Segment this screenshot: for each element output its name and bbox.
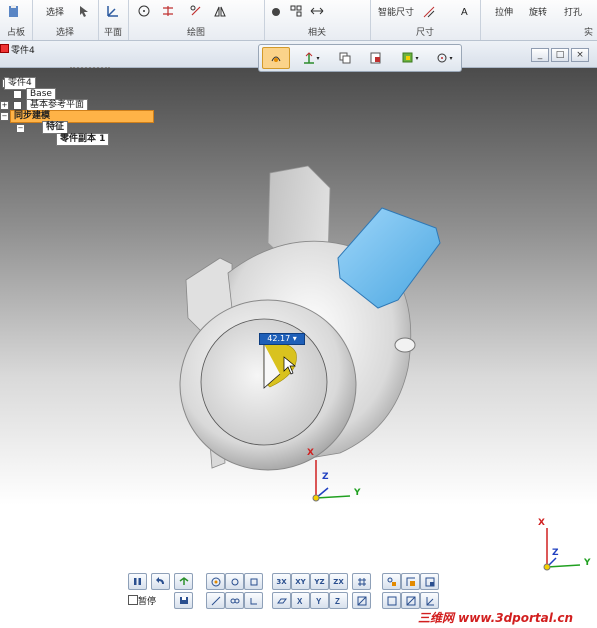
save-view-icon[interactable] xyxy=(174,573,193,590)
smart-select-icon[interactable] xyxy=(268,3,284,19)
target-icon[interactable] xyxy=(206,573,225,590)
ribbon-group-dimension: 智能尺寸 A 尺寸 xyxy=(370,0,481,40)
3d-viewport[interactable]: X Y Z X Y Z xyxy=(0,68,597,628)
ribbon-group-relate: 相关 xyxy=(264,0,371,40)
ribbon-group-clipboard: 占板 xyxy=(0,0,33,40)
ribbon-group-plane: 平面 xyxy=(98,0,129,40)
center-triad[interactable] xyxy=(312,460,351,502)
part-icon xyxy=(0,44,9,53)
x-axis-icon[interactable]: X xyxy=(291,592,310,609)
command-bar: ▾ ▾ ▾ xyxy=(258,44,462,72)
relation-2-icon[interactable] xyxy=(401,573,420,590)
corner-triad-z-label: Z xyxy=(552,548,559,558)
corner-icon[interactable] xyxy=(244,592,263,609)
minimize-button[interactable]: _ xyxy=(531,48,549,62)
ribbon-group-label-solids: 实 xyxy=(583,28,593,38)
smart-dimension-button[interactable]: 智能尺寸 xyxy=(374,3,418,19)
ribbon-group-select: 选择 选择 xyxy=(32,0,99,40)
close-button[interactable]: × xyxy=(571,48,589,62)
circle-icon[interactable] xyxy=(134,3,154,19)
text-style-icon[interactable]: A xyxy=(458,3,474,19)
view-yz-button[interactable]: YZ xyxy=(310,573,329,590)
disk-icon[interactable] xyxy=(174,592,193,609)
ribbon-group-label-plane: 平面 xyxy=(103,28,122,38)
relation-5-icon[interactable] xyxy=(401,592,420,609)
tree-check-ref-planes[interactable] xyxy=(13,101,22,110)
circle-select-icon[interactable] xyxy=(225,573,244,590)
arrows-icon[interactable] xyxy=(308,3,326,19)
plane-icon[interactable] xyxy=(272,592,291,609)
view-xy-button[interactable]: XY xyxy=(291,573,310,590)
relation-4-icon[interactable] xyxy=(382,592,401,609)
ribbon-group-label-draw: 绘图 xyxy=(186,28,205,38)
corner-triad-y-label: Y xyxy=(584,558,591,568)
view-3x-button[interactable]: 3X xyxy=(272,573,291,590)
relation-1-icon[interactable] xyxy=(382,573,401,590)
revolve-button[interactable]: 旋转 xyxy=(528,3,548,19)
steering-wheel-button[interactable] xyxy=(262,47,290,69)
document-tab[interactable]: 零件4 xyxy=(0,43,35,56)
mirror-icon[interactable] xyxy=(210,3,230,19)
svg-text:A: A xyxy=(461,7,468,18)
ribbon-group-label-relate: 相关 xyxy=(307,28,326,38)
pause-checkbox[interactable] xyxy=(128,595,138,605)
slash-tool-icon[interactable] xyxy=(352,592,371,609)
view-zx-button[interactable]: ZX xyxy=(329,573,348,590)
maximize-button[interactable]: □ xyxy=(551,48,569,62)
ribbon: 占板 选择 选择 平面 绘图 相关 智能尺寸 A 尺寸 拉伸 旋转 打孔 实 xyxy=(0,0,597,41)
link-icon[interactable] xyxy=(225,592,244,609)
face-options-button[interactable]: ▾ xyxy=(393,47,427,69)
view-grid-icon[interactable] xyxy=(352,573,371,590)
tree-item-part-copy[interactable]: 零件副本 1 xyxy=(56,133,110,146)
pause-label: 暂停 xyxy=(138,597,157,607)
line-tool-icon[interactable] xyxy=(206,592,225,609)
relation-6-icon[interactable] xyxy=(420,592,439,609)
document-title: 零件4 xyxy=(11,46,35,56)
box-select-icon[interactable] xyxy=(244,573,263,590)
ribbon-group-solids: 拉伸 旋转 打孔 实 xyxy=(480,0,597,40)
triad-y-label: Y xyxy=(354,488,361,498)
triad-x-label: X xyxy=(307,448,314,458)
triad-z-label: Z xyxy=(322,472,329,482)
corner-triad xyxy=(543,528,581,571)
tree-check-base[interactable] xyxy=(13,90,22,99)
corner-triad-x-label: X xyxy=(538,518,545,528)
grid-icon[interactable] xyxy=(288,3,304,19)
paste-icon[interactable] xyxy=(4,3,24,19)
relation-3-icon[interactable] xyxy=(420,573,439,590)
hole-button[interactable]: 打孔 xyxy=(562,3,584,19)
move-face-button[interactable]: ▾ xyxy=(293,47,329,69)
window-buttons: _ □ × xyxy=(529,48,589,62)
y-axis-icon[interactable]: Y xyxy=(310,592,329,609)
paste-face-button[interactable] xyxy=(362,47,390,69)
ribbon-group-label-select: 选择 xyxy=(55,28,74,38)
keypoint-button[interactable]: ▾ xyxy=(429,47,459,69)
extrude-button[interactable]: 拉伸 xyxy=(494,3,514,19)
watermark: 三维网 www.3dportal.cn xyxy=(418,611,574,625)
ribbon-group-draw: 绘图 xyxy=(128,0,265,40)
tree-collapse-features[interactable]: − xyxy=(16,124,25,133)
svg-text:Z: Z xyxy=(335,597,340,606)
ribbon-group-label-dimension: 尺寸 xyxy=(415,28,434,38)
svg-text:X: X xyxy=(297,597,303,606)
tree-item-sync-modeling[interactable]: 同步建模 xyxy=(10,110,154,123)
dimension-input[interactable]: 42.17 ▾ xyxy=(259,333,305,345)
undo-view-icon[interactable] xyxy=(151,573,170,590)
trim-icon[interactable] xyxy=(160,3,176,19)
pick-icon[interactable] xyxy=(76,3,92,19)
relate-icon[interactable] xyxy=(188,3,204,19)
z-axis-icon[interactable]: Z xyxy=(329,592,348,609)
svg-text:Y: Y xyxy=(316,597,322,606)
select-button[interactable]: 选择 xyxy=(42,3,68,19)
tree-collapse-sync[interactable]: − xyxy=(0,112,9,121)
pause-button[interactable] xyxy=(128,573,147,590)
dimension-icon[interactable] xyxy=(420,4,438,20)
ribbon-group-label-clipboard: 占板 xyxy=(6,28,25,38)
copy-face-button[interactable] xyxy=(331,47,359,69)
side-knob xyxy=(394,337,416,353)
plane-lock-icon[interactable] xyxy=(104,3,122,19)
tree-expand-ref-planes[interactable]: + xyxy=(0,101,9,110)
model-render xyxy=(179,165,581,571)
